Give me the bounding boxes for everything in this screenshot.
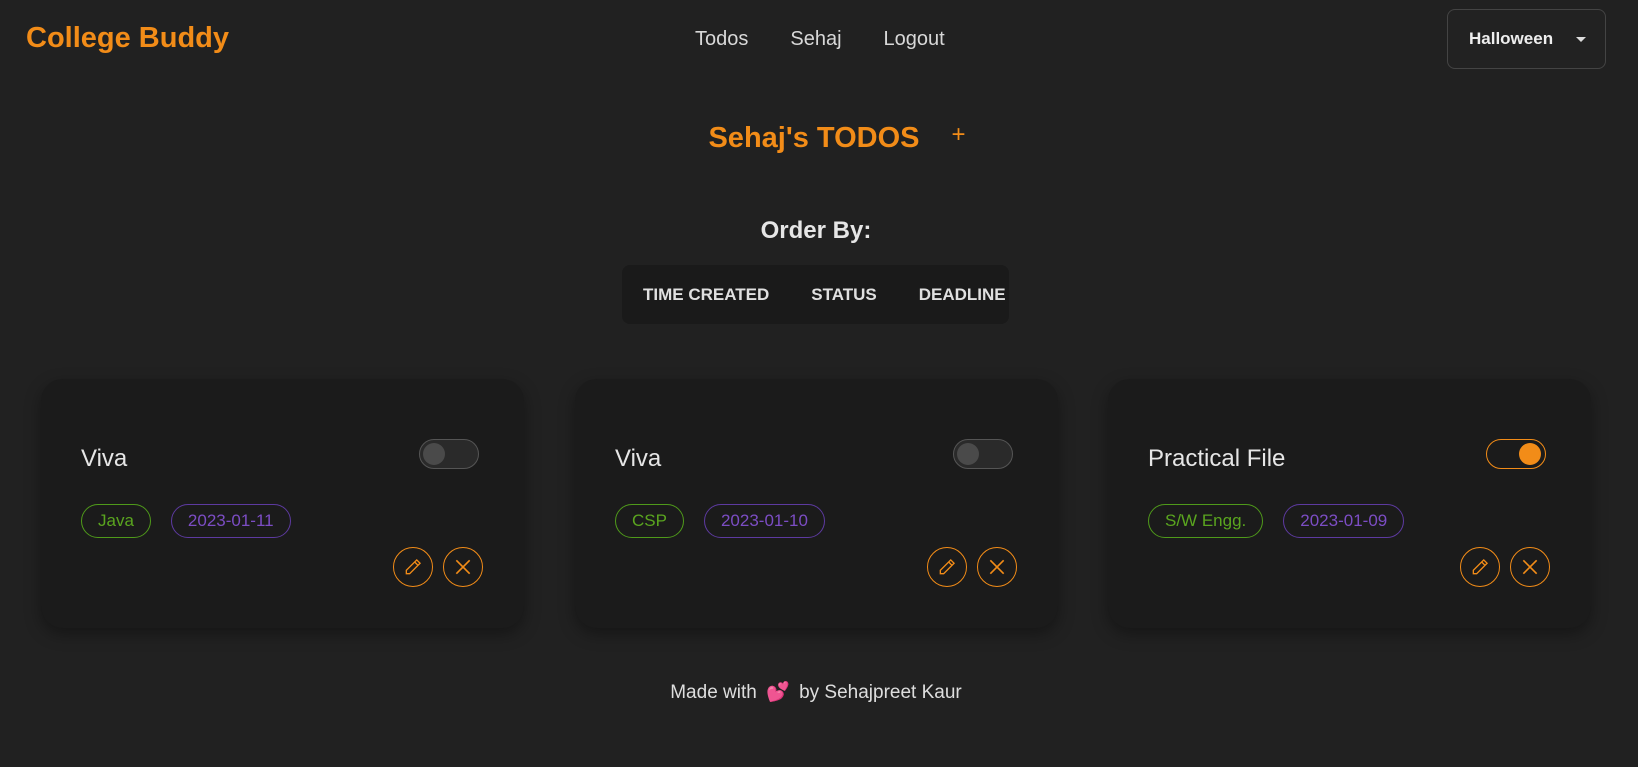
theme-select[interactable]: Halloween [1447, 9, 1606, 69]
deadline-tag: 2023-01-09 [1283, 504, 1405, 538]
todo-status-toggle[interactable] [1486, 439, 1546, 469]
delete-todo-button[interactable] [443, 547, 483, 587]
todo-actions [393, 547, 483, 587]
todo-actions [1460, 547, 1550, 587]
subject-tag: S/W Engg. [1148, 504, 1264, 538]
footer-author: by Sehajpreet Kaur [799, 682, 962, 703]
caret-down-icon [1576, 37, 1586, 42]
footer: Made with 💕 by Sehajpreet Kaur [0, 680, 1632, 704]
todo-card: Viva CSP 2023-01-10 [575, 379, 1058, 628]
order-deadline-button[interactable]: DEADLINE [919, 285, 1006, 305]
page-header: Sehaj's TODOS + [0, 122, 1638, 155]
todo-card: Practical File S/W Engg. 2023-01-09 [1108, 379, 1591, 628]
edit-todo-button[interactable] [393, 547, 433, 587]
pencil-icon [405, 558, 422, 575]
close-icon [1522, 559, 1538, 575]
theme-select-value: Halloween [1469, 29, 1554, 48]
brand-logo[interactable]: College Buddy [26, 22, 229, 55]
page-title: Sehaj's TODOS [708, 122, 920, 154]
todo-tags: Java 2023-01-11 [81, 504, 291, 538]
todo-tags: CSP 2023-01-10 [615, 504, 825, 538]
todo-card: Viva Java 2023-01-11 [41, 379, 524, 628]
add-todo-button[interactable]: + [952, 122, 966, 147]
toggle-knob [1519, 443, 1541, 465]
todo-title: Viva [81, 445, 128, 472]
todo-tags: S/W Engg. 2023-01-09 [1148, 504, 1405, 538]
pencil-icon [939, 558, 956, 575]
order-by-label: Order By: [760, 217, 872, 244]
delete-todo-button[interactable] [1510, 547, 1550, 587]
deadline-tag: 2023-01-11 [170, 504, 291, 538]
deadline-tag: 2023-01-10 [703, 504, 825, 538]
toggle-knob [423, 443, 445, 465]
delete-todo-button[interactable] [977, 547, 1017, 587]
navbar: College Buddy Todos Sehaj Logout Hallowe… [0, 0, 1638, 80]
edit-todo-button[interactable] [1460, 547, 1500, 587]
subject-tag: CSP [615, 504, 684, 538]
heart-icon: 💕 [766, 682, 790, 703]
footer-prefix: Made with [670, 682, 757, 703]
order-time-created-button[interactable]: TIME CREATED [643, 285, 769, 305]
nav-link-logout[interactable]: Logout [884, 28, 945, 51]
todo-title: Practical File [1148, 445, 1286, 472]
toggle-knob [957, 443, 979, 465]
nav-links: Todos Sehaj Logout [695, 28, 945, 51]
todo-actions [927, 547, 1017, 587]
close-icon [455, 559, 471, 575]
todo-status-toggle[interactable] [419, 439, 479, 469]
todo-status-toggle[interactable] [953, 439, 1013, 469]
close-icon [989, 559, 1005, 575]
edit-todo-button[interactable] [927, 547, 967, 587]
order-status-button[interactable]: STATUS [811, 285, 876, 305]
order-by-group: TIME CREATED STATUS DEADLINE [622, 265, 1009, 324]
nav-link-todos[interactable]: Todos [695, 28, 748, 51]
subject-tag: Java [81, 504, 151, 538]
pencil-icon [1472, 558, 1489, 575]
nav-link-profile[interactable]: Sehaj [790, 28, 841, 51]
todo-title: Viva [615, 445, 662, 472]
